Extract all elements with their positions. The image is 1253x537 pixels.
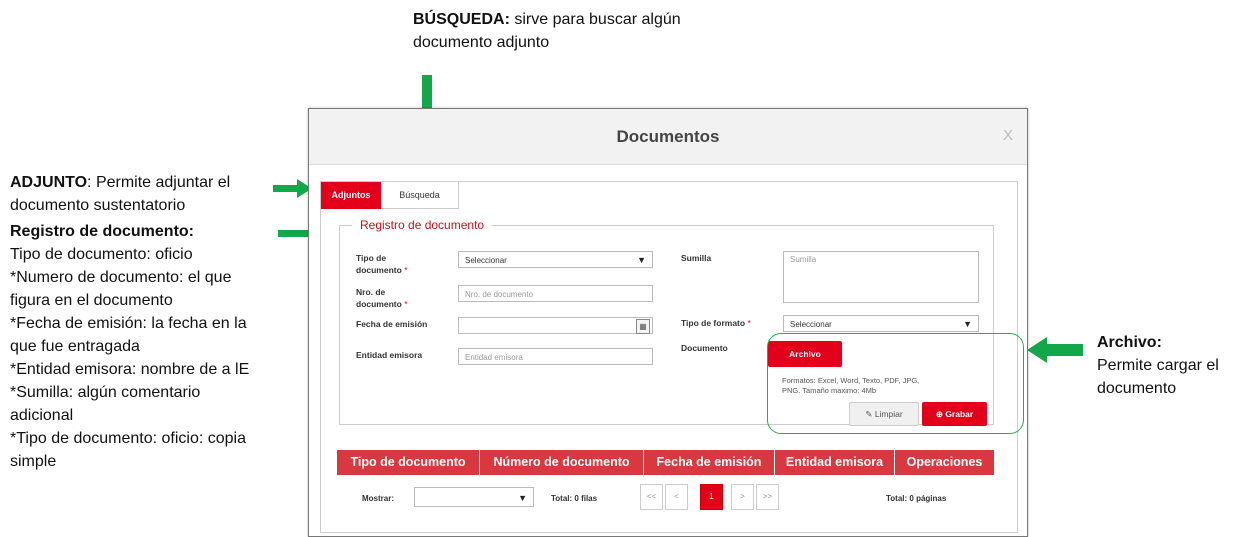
calendar-icon[interactable]: ▦ [636,319,650,334]
column-header: Entidad emisora [775,450,895,475]
close-icon[interactable]: X [1003,127,1013,144]
sumilla-textarea[interactable]: Sumilla [783,251,979,303]
table-header: Tipo de documento Número de documento Fe… [337,450,994,475]
prev-page-button[interactable]: < [665,484,688,510]
total-filas: Total: 0 filas [551,494,598,503]
entidad-emisora-input[interactable]: Entidad emisora [458,348,653,365]
mostrar-select[interactable]: ▼ [414,487,534,507]
annotation-registro: Registro de documento: Tipo de documento… [10,223,250,470]
page-1-button[interactable]: 1 [700,484,723,510]
entidad-emisora-label: Entidad emisora [356,350,423,360]
nro-documento-label: Nro. de documento * [356,287,408,309]
modal-header: Documentos X [309,109,1027,165]
arrow-right-adjunto [273,179,312,198]
tab-busqueda[interactable]: Búsqueda [381,182,459,209]
mostrar-label: Mostrar: [362,494,395,503]
documento-label: Documento [681,343,728,353]
annotation-archivo: Archivo: Permite cargar el documento [1097,334,1219,397]
caret-down-icon: ▼ [637,255,646,265]
tipo-formato-select[interactable]: Seleccionar ▼ [783,315,979,332]
column-header: Operaciones [895,450,994,475]
next-page-button[interactable]: > [731,484,754,510]
fecha-emision-label: Fecha de emisión [356,319,428,329]
annotation-adjunto: ADJUNTO: Permite adjuntar el documento s… [10,174,231,214]
tipo-documento-select[interactable]: Seleccionar ▼ [458,251,653,268]
annotation-busqueda: BÚSQUEDA: sirve para buscar algún docume… [413,11,681,51]
tipo-formato-label: Tipo de formato * [681,318,751,328]
nro-documento-input[interactable]: Nro. de documento [458,285,653,302]
first-page-button[interactable]: << [640,484,663,510]
sumilla-label: Sumilla [681,253,712,263]
column-header: Fecha de emisión [644,450,775,475]
fieldset-legend: Registro de documento [352,218,493,232]
total-paginas: Total: 0 páginas [886,494,947,503]
tipo-documento-label: Tipo de documento * [356,253,408,275]
column-header: Tipo de documento [337,450,480,475]
arrow-left-archivo [1027,337,1083,363]
archivo-highlight [767,333,1024,434]
tab-adjuntos[interactable]: Adjuntos [321,182,381,209]
modal-title: Documentos [616,127,720,146]
fecha-emision-input[interactable]: ▦ [458,317,653,334]
caret-down-icon: ▼ [963,319,972,329]
caret-down-icon: ▼ [518,493,527,503]
column-header: Número de documento [480,450,644,475]
last-page-button[interactable]: >> [756,484,779,510]
